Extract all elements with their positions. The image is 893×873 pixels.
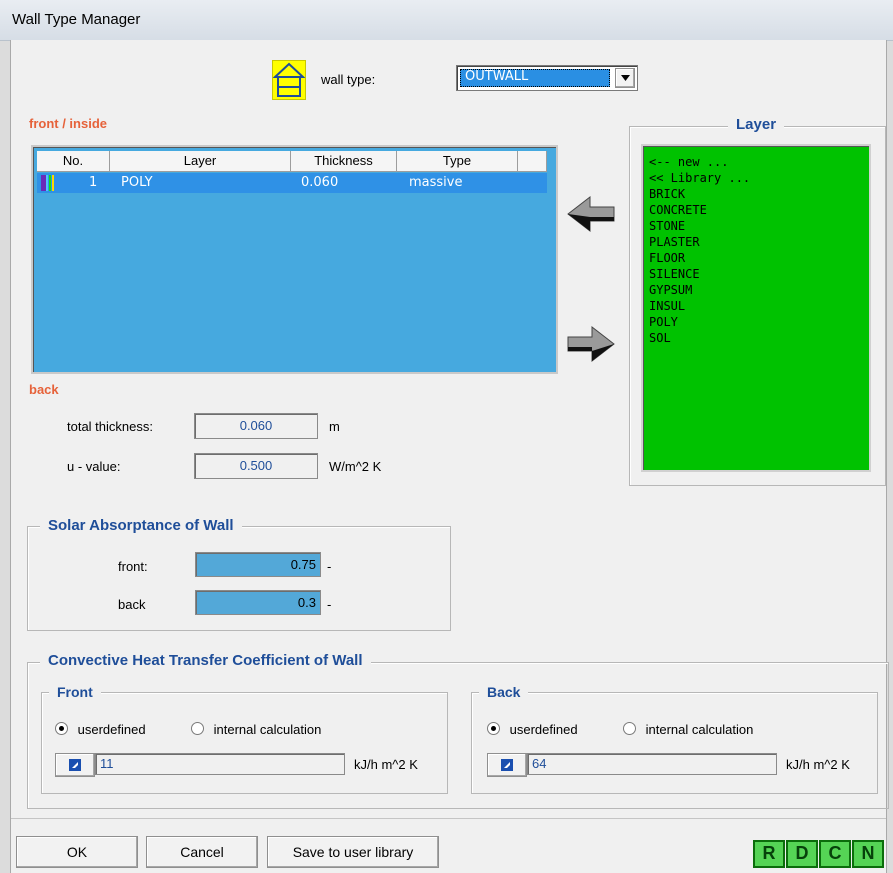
solar-front-label: front: — [118, 559, 148, 574]
d-button[interactable]: D — [786, 840, 818, 868]
solar-back-unit: - — [327, 597, 332, 612]
total-thickness-label: total thickness: — [67, 419, 153, 434]
separator — [11, 818, 886, 819]
layer-library-list[interactable]: <-- new ... << Library ... BRICK CONCRET… — [641, 144, 871, 472]
list-item[interactable]: <-- new ... — [649, 154, 863, 170]
list-item[interactable]: << Library ... — [649, 170, 863, 186]
column-header-spacer — [518, 151, 547, 172]
total-thickness-field: 0.060 — [194, 413, 318, 439]
column-header-type[interactable]: Type — [397, 151, 518, 172]
c-button[interactable]: C — [819, 840, 851, 868]
front-internal-radio[interactable]: internal calculation — [191, 721, 321, 737]
list-item[interactable]: GYPSUM — [649, 282, 863, 298]
wall-type-label: wall type: — [321, 72, 376, 87]
front-inside-label: front / inside — [29, 116, 107, 131]
list-item[interactable]: SILENCE — [649, 266, 863, 282]
wall-type-select[interactable]: OUTWALL — [456, 65, 638, 91]
row-layer: POLY — [121, 175, 153, 190]
front-internal-label: internal calculation — [213, 722, 322, 737]
solar-absorptance-group — [27, 526, 451, 631]
u-value-unit: W/m^2 K — [329, 459, 382, 474]
convective-title: Convective Heat Transfer Coefficient of … — [40, 652, 371, 669]
back-internal-label: internal calculation — [645, 722, 754, 737]
back-userdefined-label: userdefined — [509, 722, 578, 737]
convective-front-title: Front — [49, 684, 101, 700]
column-header-no[interactable]: No. — [37, 151, 110, 172]
r-button[interactable]: R — [753, 840, 785, 868]
list-item[interactable]: INSUL — [649, 298, 863, 314]
save-to-user-library-button[interactable]: Save to user library — [267, 836, 439, 868]
dialog-body: wall type: OUTWALL front / inside No. La… — [10, 40, 889, 873]
wall-type-value: OUTWALL — [465, 69, 529, 84]
u-value-field: 0.500 — [194, 453, 318, 479]
solar-absorptance-title: Solar Absorptance of Wall — [40, 517, 242, 534]
back-coefficient-input[interactable]: 64 — [527, 753, 777, 775]
title-bar: Wall Type Manager — [0, 0, 893, 41]
layer-library-title: Layer — [728, 116, 785, 133]
edit-icon — [501, 759, 513, 771]
table-row[interactable]: 1 POLY 0.060 massive — [37, 173, 547, 193]
total-thickness-unit: m — [329, 419, 340, 434]
layers-table[interactable]: No. Layer Thickness Type 1 POLY 0.060 ma… — [31, 145, 558, 374]
front-userdefined-label: userdefined — [77, 722, 146, 737]
row-type: massive — [409, 175, 463, 190]
ok-button[interactable]: OK — [16, 836, 138, 868]
u-value-label: u - value: — [67, 459, 121, 474]
move-left-arrow-icon[interactable] — [566, 195, 616, 236]
radio-unselected-icon[interactable] — [623, 722, 636, 735]
front-coefficient-unit: kJ/h m^2 K — [354, 757, 418, 772]
list-item[interactable]: STONE — [649, 218, 863, 234]
n-button[interactable]: N — [852, 840, 884, 868]
radio-selected-icon[interactable] — [487, 722, 500, 735]
solar-front-unit: - — [327, 559, 332, 574]
back-label: back — [29, 382, 59, 397]
solar-back-input[interactable]: 0.3 — [195, 590, 321, 615]
column-header-layer[interactable]: Layer — [110, 151, 291, 172]
chevron-down-icon[interactable] — [615, 68, 635, 88]
front-coefficient-input[interactable]: 11 — [95, 753, 345, 775]
front-userdefined-radio[interactable]: userdefined — [55, 721, 146, 737]
list-item[interactable]: FLOOR — [649, 250, 863, 266]
convective-front-group — [41, 692, 448, 794]
list-item[interactable]: SOL — [649, 330, 863, 346]
radio-unselected-icon[interactable] — [191, 722, 204, 735]
cancel-button[interactable]: Cancel — [146, 836, 258, 868]
edit-icon — [69, 759, 81, 771]
back-coefficient-unit: kJ/h m^2 K — [786, 757, 850, 772]
list-item[interactable]: POLY — [649, 314, 863, 330]
move-right-arrow-icon[interactable] — [566, 325, 616, 366]
convective-back-title: Back — [479, 684, 529, 700]
row-no: 1 — [89, 175, 98, 190]
list-item[interactable]: BRICK — [649, 186, 863, 202]
window-title: Wall Type Manager — [12, 11, 141, 28]
radio-selected-icon[interactable] — [55, 722, 68, 735]
back-edit-button[interactable] — [487, 753, 527, 777]
convective-back-group — [471, 692, 878, 794]
back-internal-radio[interactable]: internal calculation — [623, 721, 753, 737]
row-thickness: 0.060 — [301, 175, 339, 190]
front-edit-button[interactable] — [55, 753, 95, 777]
column-header-thickness[interactable]: Thickness — [291, 151, 397, 172]
house-icon — [272, 60, 306, 100]
list-item[interactable]: CONCRETE — [649, 202, 863, 218]
layer-color-icon — [41, 175, 61, 191]
solar-front-input[interactable]: 0.75 — [195, 552, 321, 577]
solar-back-label: back — [118, 597, 146, 612]
back-userdefined-radio[interactable]: userdefined — [487, 721, 578, 737]
list-item[interactable]: PLASTER — [649, 234, 863, 250]
